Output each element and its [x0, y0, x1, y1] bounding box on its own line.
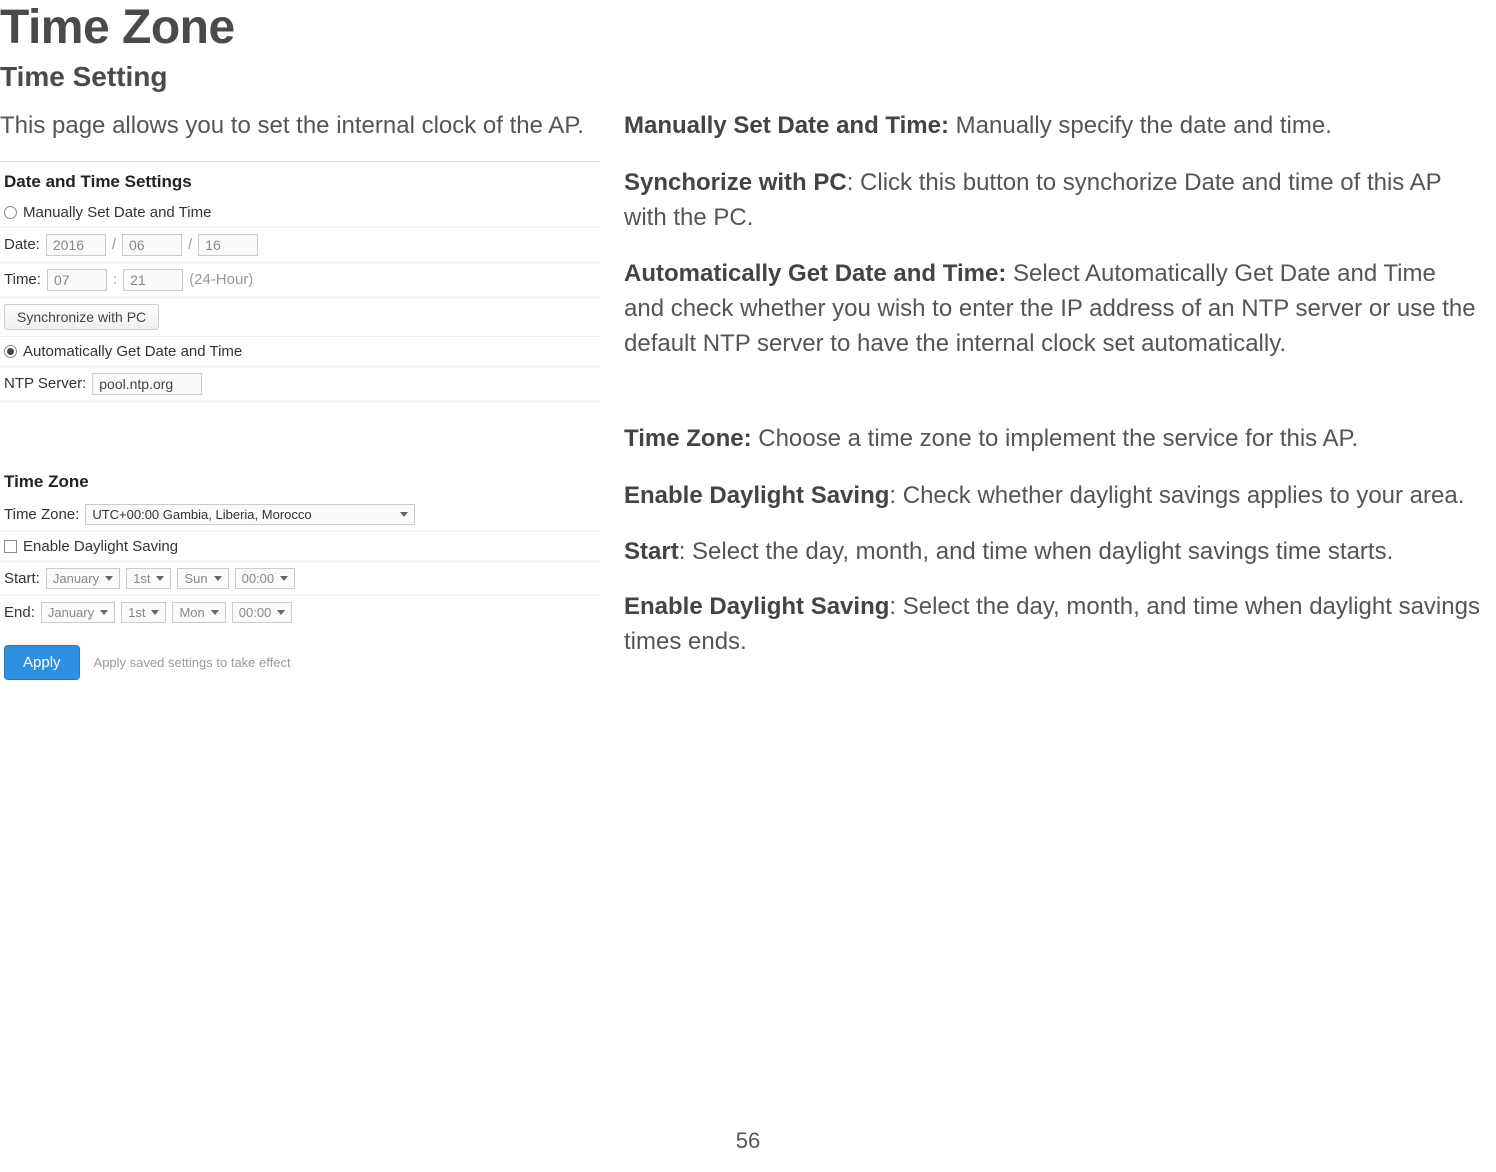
desc-dst-bold: Enable Daylight Saving	[624, 482, 889, 509]
date-label: Date:	[4, 236, 40, 253]
chevron-down-icon	[151, 610, 159, 615]
desc-auto-bold: Automatically Get Date and Time:	[624, 260, 1006, 287]
end-ord-select[interactable]: 1st	[121, 602, 166, 623]
desc-dst: Enable Daylight Saving: Check whether da…	[624, 479, 1480, 514]
chevron-down-icon	[156, 576, 164, 581]
end-day-select[interactable]: Mon	[172, 602, 225, 623]
start-month-value: January	[53, 571, 99, 586]
settings-panel: Date and Time Settings Manually Set Date…	[0, 161, 600, 684]
desc-tz-text: Choose a time zone to implement the serv…	[752, 425, 1359, 452]
chevron-down-icon	[211, 610, 219, 615]
tz-select[interactable]: UTC+00:00 Gambia, Liberia, Morocco	[85, 504, 415, 525]
section-subtitle: Time Setting	[0, 61, 1480, 93]
tz-value: UTC+00:00 Gambia, Liberia, Morocco	[92, 507, 311, 522]
radio-auto[interactable]	[4, 345, 17, 358]
desc-auto: Automatically Get Date and Time: Select …	[624, 257, 1480, 361]
tz-label: Time Zone:	[4, 506, 79, 523]
description-column: Manually Set Date and Time: Manually spe…	[624, 109, 1480, 684]
time-colon: :	[113, 271, 117, 288]
dst-label: Enable Daylight Saving	[23, 538, 178, 555]
end-label: End:	[4, 604, 35, 621]
sync-pc-button[interactable]: Synchronize with PC	[4, 304, 159, 330]
start-time-select[interactable]: 00:00	[235, 568, 296, 589]
desc-end: Enable Daylight Saving: Select the day, …	[624, 590, 1480, 660]
time-hour-input[interactable]: 07	[47, 269, 107, 291]
ntp-label: NTP Server:	[4, 375, 86, 392]
date-year-input[interactable]: 2016	[46, 234, 106, 256]
end-time-value: 00:00	[239, 605, 272, 620]
desc-manual-bold: Manually Set Date and Time:	[624, 112, 949, 139]
page-title: Time Zone	[0, 0, 1480, 55]
end-month-value: January	[48, 605, 94, 620]
start-day-select[interactable]: Sun	[177, 568, 228, 589]
ntp-input[interactable]: pool.ntp.org	[92, 373, 202, 395]
desc-sync: Synchorize with PC: Click this button to…	[624, 166, 1480, 236]
apply-note: Apply saved settings to take effect	[94, 655, 291, 670]
chevron-down-icon	[105, 576, 113, 581]
start-label: Start:	[4, 570, 40, 587]
dst-checkbox[interactable]	[4, 540, 17, 553]
timezone-header: Time Zone	[0, 462, 600, 498]
start-day-value: Sun	[184, 571, 207, 586]
apply-button[interactable]: Apply	[4, 645, 80, 680]
slash1: /	[112, 236, 116, 253]
desc-tz: Time Zone: Choose a time zone to impleme…	[624, 422, 1480, 457]
radio-manual[interactable]	[4, 206, 17, 219]
chevron-down-icon	[214, 576, 222, 581]
chevron-down-icon	[100, 610, 108, 615]
desc-tz-bold: Time Zone:	[624, 425, 752, 452]
desc-start-text: : Select the day, month, and time when d…	[679, 538, 1394, 565]
page-number: 56	[736, 1128, 760, 1154]
desc-sync-bold: Synchorize with PC	[624, 169, 847, 196]
chevron-down-icon	[277, 610, 285, 615]
end-time-select[interactable]: 00:00	[232, 602, 293, 623]
desc-end-bold: Enable Daylight Saving	[624, 593, 889, 620]
time-label: Time:	[4, 271, 41, 288]
desc-manual: Manually Set Date and Time: Manually spe…	[624, 109, 1480, 144]
start-ord-value: 1st	[133, 571, 150, 586]
end-day-value: Mon	[179, 605, 204, 620]
chevron-down-icon	[280, 576, 288, 581]
start-time-value: 00:00	[242, 571, 275, 586]
slash2: /	[188, 236, 192, 253]
start-month-select[interactable]: January	[46, 568, 120, 589]
intro-text: This page allows you to set the internal…	[0, 109, 600, 143]
desc-dst-text: : Check whether daylight savings applies…	[889, 482, 1464, 509]
auto-label: Automatically Get Date and Time	[23, 343, 242, 360]
chevron-down-icon	[400, 512, 408, 517]
desc-start-bold: Start	[624, 538, 679, 565]
date-month-input[interactable]: 06	[122, 234, 182, 256]
time-min-input[interactable]: 21	[123, 269, 183, 291]
date-day-input[interactable]: 16	[198, 234, 258, 256]
end-month-select[interactable]: January	[41, 602, 115, 623]
manual-label: Manually Set Date and Time	[23, 204, 211, 221]
end-ord-value: 1st	[128, 605, 145, 620]
time-format: (24-Hour)	[189, 271, 253, 288]
start-ord-select[interactable]: 1st	[126, 568, 171, 589]
date-time-header: Date and Time Settings	[0, 162, 600, 198]
desc-start: Start: Select the day, month, and time w…	[624, 535, 1480, 570]
desc-manual-text: Manually specify the date and time.	[949, 112, 1332, 139]
